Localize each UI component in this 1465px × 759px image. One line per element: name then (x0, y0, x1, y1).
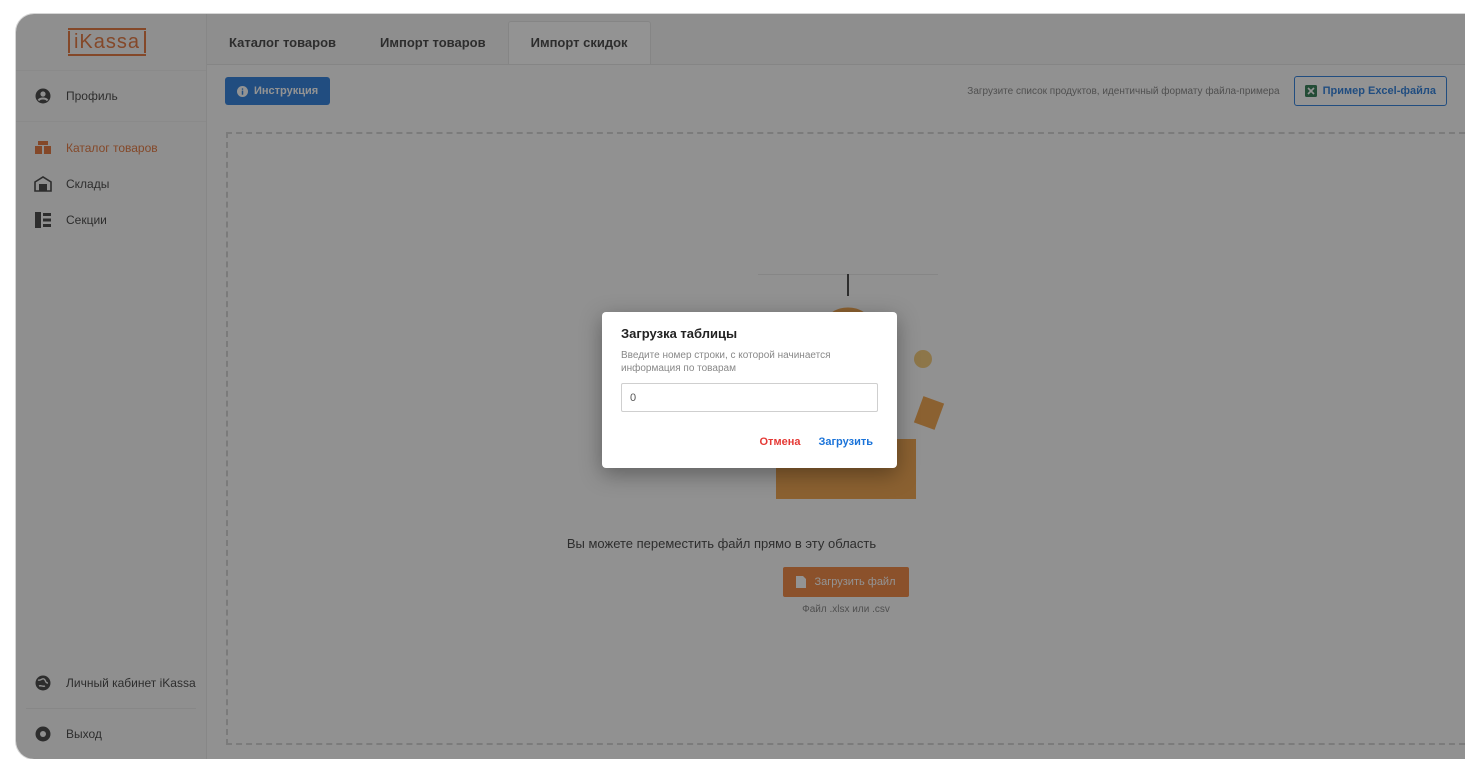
dialog-description: Введите номер строки, с которой начинает… (621, 350, 831, 374)
submit-upload-button[interactable]: Загрузить (818, 436, 873, 448)
dialog-title: Загрузка таблицы (621, 326, 738, 341)
upload-table-dialog: Загрузка таблицы Введите номер строки, с… (602, 312, 897, 468)
dialog-actions: Отмена Загрузить (760, 436, 874, 448)
cancel-button[interactable]: Отмена (760, 436, 801, 448)
start-row-input[interactable] (621, 383, 878, 412)
